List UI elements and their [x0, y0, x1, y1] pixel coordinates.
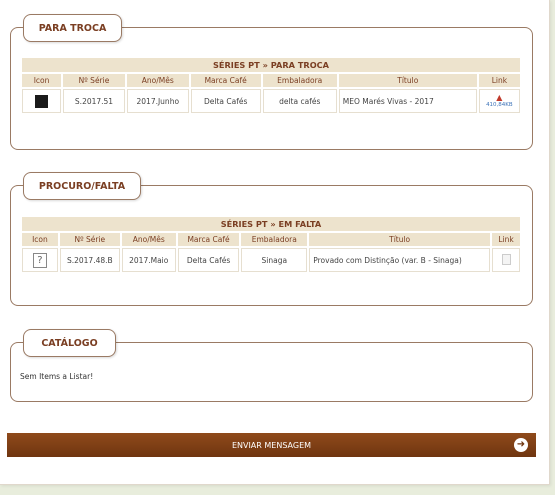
table-row: S.2017.51 2017.Junho Delta Cafés delta c… — [22, 89, 520, 113]
document-icon[interactable] — [501, 253, 511, 265]
troca-legend: PARA TROCA — [23, 14, 122, 42]
coffee-packet-thumbnail-icon[interactable] — [35, 94, 49, 108]
troca-table: SÉRIES PT » PARA TROCA Icon Nº Série Ano… — [20, 56, 522, 115]
col-serie: Nº Série — [63, 74, 125, 87]
col-embaladora: Embaladora — [241, 233, 308, 246]
col-titulo: Título — [309, 233, 491, 246]
troca-table-title: SÉRIES PT » PARA TROCA — [22, 58, 520, 72]
link-size[interactable]: 410,84KB — [486, 102, 513, 108]
col-link: Link — [492, 233, 520, 246]
falta-legend: PROCURO/FALTA — [23, 172, 141, 200]
col-titulo: Título — [338, 74, 477, 87]
falta-table-title: SÉRIES PT » EM FALTA — [22, 217, 520, 231]
link-cell[interactable] — [492, 248, 520, 272]
col-ano: Ano/Mês — [126, 74, 189, 87]
col-embaladora: Embaladora — [262, 74, 337, 87]
send-message-label[interactable]: ENVIAR MENSAGEM — [232, 441, 311, 450]
ano-cell: 2017.Maio — [121, 248, 176, 272]
col-link: Link — [478, 74, 520, 87]
page-card: PARA TROCA SÉRIES PT » PARA TROCA Icon N… — [0, 0, 550, 485]
col-ano: Ano/Mês — [121, 233, 176, 246]
marca-cell: Delta Cafés — [190, 89, 261, 113]
send-message-button[interactable]: ENVIAR MENSAGEM ➜ — [7, 433, 536, 457]
col-serie: Nº Série — [59, 233, 120, 246]
catalogo-legend: CATÁLOGO — [23, 329, 116, 357]
col-marca: Marca Café — [190, 74, 261, 87]
marca-cell: Delta Cafés — [177, 248, 240, 272]
embaladora-cell: Sinaga — [241, 248, 308, 272]
titulo-cell: Provado com Distinção (var. B - Sinaga) — [309, 248, 491, 272]
table-row: ? S.2017.48.B 2017.Maio Delta Cafés Sina… — [22, 248, 520, 272]
titulo-cell: MEO Marés Vivas - 2017 — [338, 89, 477, 113]
col-marca: Marca Café — [177, 233, 240, 246]
col-icon: Icon — [22, 74, 62, 87]
icon-cell[interactable] — [22, 89, 62, 113]
pdf-icon[interactable]: ▲ — [482, 93, 517, 102]
icon-cell[interactable]: ? — [22, 248, 58, 272]
embaladora-cell: delta cafés — [262, 89, 337, 113]
ano-cell: 2017.Junho — [126, 89, 189, 113]
missing-image-icon[interactable]: ? — [32, 252, 47, 268]
serie-cell: S.2017.48.B — [59, 248, 120, 272]
empty-message: Sem Items a Listar! — [20, 372, 94, 381]
link-cell[interactable]: ▲ 410,84KB — [478, 89, 520, 113]
arrow-right-circle-icon[interactable]: ➜ — [514, 438, 528, 452]
falta-table: SÉRIES PT » EM FALTA Icon Nº Série Ano/M… — [20, 215, 522, 274]
col-icon: Icon — [22, 233, 58, 246]
serie-cell: S.2017.51 — [63, 89, 125, 113]
